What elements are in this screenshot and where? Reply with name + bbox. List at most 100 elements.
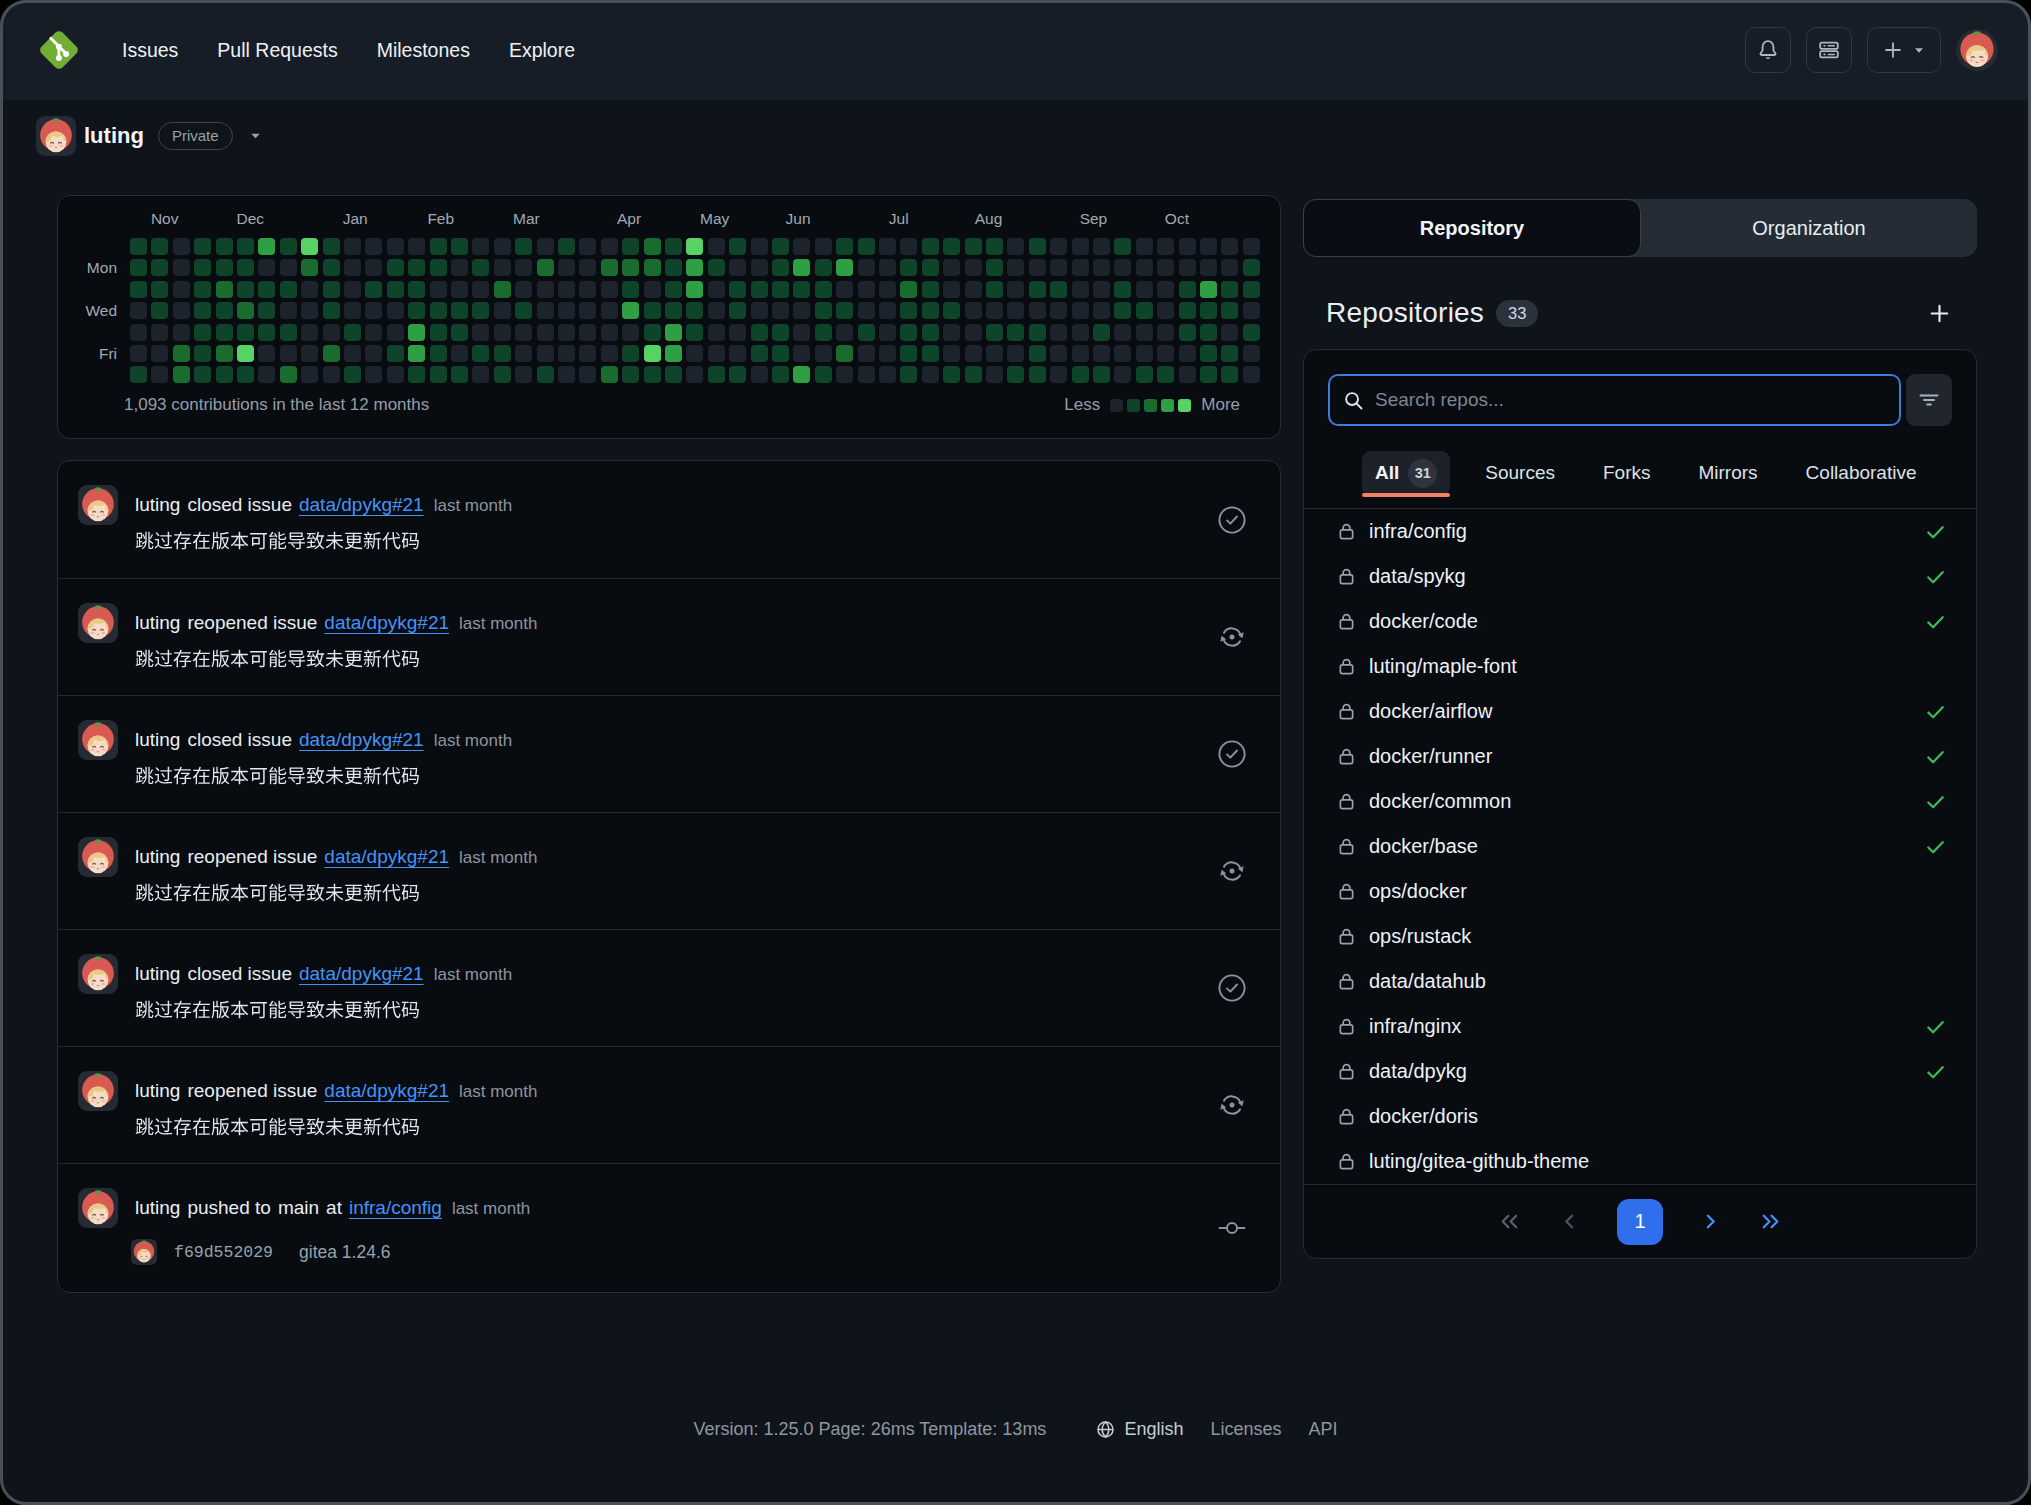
repo-list-item[interactable]: data/dpykg <box>1304 1049 1976 1094</box>
heatmap-cell[interactable] <box>151 238 168 255</box>
heatmap-cell[interactable] <box>301 302 318 319</box>
heatmap-cell[interactable] <box>601 345 618 362</box>
heatmap-cell[interactable] <box>601 302 618 319</box>
heatmap-cell[interactable] <box>1200 366 1217 383</box>
heatmap-cell[interactable] <box>537 302 554 319</box>
heatmap-cell[interactable] <box>986 302 1003 319</box>
heatmap-cell[interactable] <box>900 281 917 298</box>
heatmap-cell[interactable] <box>472 324 489 341</box>
heatmap-cell[interactable] <box>1029 302 1046 319</box>
profile-username[interactable]: luting <box>84 123 144 149</box>
heatmap-cell[interactable] <box>644 259 661 276</box>
heatmap-cell[interactable] <box>1093 259 1110 276</box>
heatmap-cell[interactable] <box>1221 281 1238 298</box>
heatmap-cell[interactable] <box>1114 238 1131 255</box>
heatmap-cell[interactable] <box>130 238 147 255</box>
heatmap-cell[interactable] <box>943 345 960 362</box>
heatmap-cell[interactable] <box>601 259 618 276</box>
heatmap-cell[interactable] <box>451 302 468 319</box>
heatmap-cell[interactable] <box>1093 281 1110 298</box>
heatmap-cell[interactable] <box>472 238 489 255</box>
repo-list-item[interactable]: docker/airflow <box>1304 689 1976 734</box>
heatmap-cell[interactable] <box>708 345 725 362</box>
heatmap-cell[interactable] <box>173 324 190 341</box>
add-repository-button[interactable] <box>1927 301 1952 326</box>
heatmap-cell[interactable] <box>644 324 661 341</box>
heatmap-cell[interactable] <box>644 238 661 255</box>
heatmap-cell[interactable] <box>130 366 147 383</box>
heatmap-cell[interactable] <box>1157 324 1174 341</box>
heatmap-cell[interactable] <box>815 238 832 255</box>
heatmap-cell[interactable] <box>451 259 468 276</box>
heatmap-cell[interactable] <box>494 259 511 276</box>
heatmap-cell[interactable] <box>1029 259 1046 276</box>
heatmap-cell[interactable] <box>216 238 233 255</box>
heatmap-cell[interactable] <box>365 345 382 362</box>
heatmap-cell[interactable] <box>815 259 832 276</box>
heatmap-cell[interactable] <box>515 366 532 383</box>
repo-list-item[interactable]: luting/gitea-github-theme <box>1304 1139 1976 1184</box>
heatmap-cell[interactable] <box>558 302 575 319</box>
heatmap-cell[interactable] <box>900 259 917 276</box>
heatmap-cell[interactable] <box>494 366 511 383</box>
heatmap-cell[interactable] <box>280 259 297 276</box>
heatmap-cell[interactable] <box>280 324 297 341</box>
heatmap-cell[interactable] <box>537 238 554 255</box>
heatmap-cell[interactable] <box>558 281 575 298</box>
heatmap-cell[interactable] <box>686 345 703 362</box>
heatmap-cell[interactable] <box>130 259 147 276</box>
heatmap-cell[interactable] <box>772 238 789 255</box>
heatmap-cell[interactable] <box>751 238 768 255</box>
heatmap-cell[interactable] <box>1050 366 1067 383</box>
heatmap-cell[interactable] <box>1136 281 1153 298</box>
heatmap-cell[interactable] <box>665 345 682 362</box>
heatmap-cell[interactable] <box>1243 281 1260 298</box>
heatmap-cell[interactable] <box>772 366 789 383</box>
gitea-logo-icon[interactable] <box>36 27 82 73</box>
heatmap-cell[interactable] <box>1007 324 1024 341</box>
heatmap-cell[interactable] <box>729 366 746 383</box>
heatmap-cell[interactable] <box>151 345 168 362</box>
heatmap-cell[interactable] <box>622 324 639 341</box>
heatmap-cell[interactable] <box>365 324 382 341</box>
repo-list-item[interactable]: luting/maple-font <box>1304 644 1976 689</box>
heatmap-cell[interactable] <box>1072 281 1089 298</box>
heatmap-cell[interactable] <box>301 366 318 383</box>
heatmap-cell[interactable] <box>729 238 746 255</box>
heatmap-cell[interactable] <box>793 259 810 276</box>
heatmap-cell[interactable] <box>430 366 447 383</box>
heatmap-cell[interactable] <box>344 345 361 362</box>
heatmap-cell[interactable] <box>965 302 982 319</box>
heatmap-cell[interactable] <box>1157 345 1174 362</box>
heatmap-cell[interactable] <box>729 259 746 276</box>
feed-actor-avatar[interactable] <box>78 603 118 643</box>
heatmap-cell[interactable] <box>323 324 340 341</box>
heatmap-cell[interactable] <box>365 259 382 276</box>
heatmap-cell[interactable] <box>430 238 447 255</box>
heatmap-cell[interactable] <box>151 281 168 298</box>
heatmap-cell[interactable] <box>323 281 340 298</box>
heatmap-cell[interactable] <box>558 366 575 383</box>
feed-actor[interactable]: luting <box>135 729 180 751</box>
heatmap-cell[interactable] <box>151 302 168 319</box>
heatmap-cell[interactable] <box>1114 259 1131 276</box>
heatmap-cell[interactable] <box>751 281 768 298</box>
heatmap-cell[interactable] <box>173 259 190 276</box>
heatmap-cell[interactable] <box>579 345 596 362</box>
heatmap-cell[interactable] <box>537 345 554 362</box>
feed-actor[interactable]: luting <box>135 612 180 634</box>
heatmap-cell[interactable] <box>451 238 468 255</box>
heatmap-cell[interactable] <box>344 366 361 383</box>
heatmap-cell[interactable] <box>1007 259 1024 276</box>
heatmap-cell[interactable] <box>494 302 511 319</box>
heatmap-cell[interactable] <box>879 345 896 362</box>
heatmap-cell[interactable] <box>686 259 703 276</box>
heatmap-cell[interactable] <box>237 302 254 319</box>
heatmap-cell[interactable] <box>1136 366 1153 383</box>
heatmap-cell[interactable] <box>644 281 661 298</box>
tab-repository[interactable]: Repository <box>1303 199 1641 257</box>
heatmap-cell[interactable] <box>579 238 596 255</box>
heatmap-cell[interactable] <box>1007 302 1024 319</box>
feed-actor-avatar[interactable] <box>78 954 118 994</box>
heatmap-cell[interactable] <box>344 281 361 298</box>
